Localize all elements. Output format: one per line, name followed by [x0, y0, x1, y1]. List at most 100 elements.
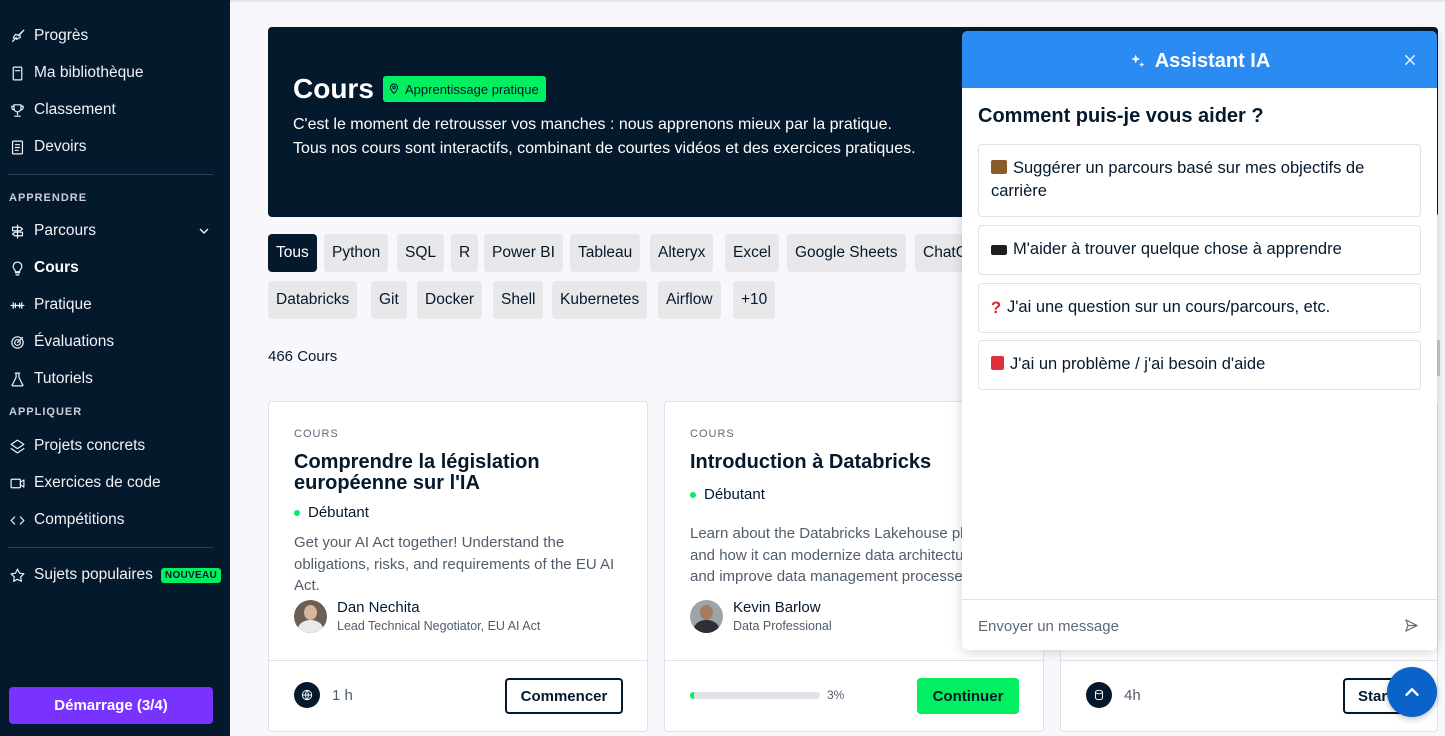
avatar — [690, 599, 723, 633]
course-count: 466 Cours — [268, 348, 338, 365]
scroll-edge — [1437, 340, 1440, 376]
sidebar-item-label: Compétitions — [34, 511, 125, 528]
sidebar-item-assessments[interactable]: Évaluations — [8, 328, 114, 356]
assistant-question: Comment puis-je vous aider ? — [978, 105, 1264, 127]
trophy-icon — [8, 101, 26, 119]
sparkle-icon — [1130, 54, 1145, 67]
description-line: Learn about the Databricks Lakehouse pla… — [690, 525, 962, 542]
instructor: Kevin Barlow Data Professional — [690, 599, 832, 633]
sidebar-item-label: Exercices de code — [34, 474, 161, 491]
target-icon — [8, 333, 26, 351]
divider — [8, 174, 213, 175]
assistant-title: Assistant IA — [962, 50, 1437, 73]
filter-chip-power-bi[interactable]: Power BI — [484, 234, 563, 272]
card-kicker: COURS — [294, 428, 339, 440]
suggestion-label: J'ai une question sur un cours/parcours,… — [1007, 298, 1331, 316]
avatar — [294, 599, 327, 633]
message-composer: Envoyer un message — [962, 599, 1437, 650]
sidebar-item-label: Progrès — [34, 27, 89, 44]
close-icon[interactable] — [1402, 52, 1418, 68]
layers-icon — [8, 437, 26, 455]
filter-chip-git[interactable]: Git — [371, 281, 407, 319]
sidebar-item-competitions[interactable]: Compétitions — [8, 506, 124, 534]
card-kicker: COURS — [690, 428, 735, 440]
sidebar-item-leaderboard[interactable]: Classement — [8, 96, 116, 124]
sidebar-item-library[interactable]: Ma bibliothèque — [8, 59, 143, 87]
bookmark-icon — [8, 64, 26, 82]
filter-chip-airflow[interactable]: Airflow — [658, 281, 721, 319]
continue-course-button[interactable]: Continuer — [917, 678, 1019, 714]
chevron-up-icon — [1405, 687, 1419, 696]
course-title[interactable]: Comprendre la législation européenne sur… — [294, 452, 614, 494]
getting-started-button[interactable]: Démarrage (3/4) — [9, 687, 213, 724]
filter-chip-kubernetes[interactable]: Kubernetes — [552, 281, 648, 319]
section-label-apply: APPLIQUER — [9, 406, 83, 418]
suggestion-find-learning[interactable]: M'aider à trouver quelque chose à appren… — [978, 225, 1421, 275]
video-icon — [8, 474, 26, 492]
sidebar-item-assignments[interactable]: Devoirs — [8, 133, 87, 161]
sidebar-item-popular-topics[interactable]: Sujets populaires NOUVEAU — [8, 561, 222, 589]
progress-label: 3% — [827, 688, 845, 702]
card-divider — [665, 660, 1043, 661]
question-mark-icon: ? — [991, 299, 1002, 317]
sidebar-item-label: Devoirs — [34, 138, 87, 155]
description-line: and how it can modernize data architectu… — [690, 546, 962, 564]
hands-on-badge: Apprentissage pratique — [383, 76, 546, 102]
ai-assistant-panel: Assistant IA Comment puis-je vous aider … — [962, 31, 1437, 650]
sidebar-item-tutorials[interactable]: Tutoriels — [8, 365, 93, 393]
filter-chip-docker[interactable]: Docker — [417, 281, 483, 319]
divider — [8, 547, 213, 548]
sidebar-item-label: Classement — [34, 101, 116, 118]
instructor-name: Dan Nechita — [337, 599, 420, 616]
flask-icon — [8, 370, 26, 388]
hero-description-line-2: Tous nos cours sont interactifs, combina… — [293, 140, 916, 157]
location-pin-icon — [389, 83, 399, 95]
hero-description-line-1: C'est le moment de retrousser vos manche… — [293, 116, 892, 133]
sidebar-item-code-exercises[interactable]: Exercices de code — [8, 469, 161, 497]
sidebar-item-courses[interactable]: Cours — [8, 254, 79, 282]
suggestion-career-path[interactable]: Suggérer un parcours basé sur mes object… — [978, 144, 1421, 217]
message-input[interactable]: Envoyer un message — [978, 618, 1119, 635]
alarm-light-icon — [991, 356, 1004, 370]
filter-chip-databricks[interactable]: Databricks — [268, 281, 358, 319]
filter-chip-all[interactable]: Tous — [268, 234, 317, 272]
sidebar-item-tracks[interactable]: Parcours — [8, 217, 96, 245]
dumbbell-icon — [8, 296, 26, 314]
sidebar-item-label: Évaluations — [34, 333, 115, 350]
page-title: Cours — [293, 73, 374, 104]
new-badge: NOUVEAU — [160, 567, 222, 583]
send-icon[interactable] — [1403, 617, 1421, 635]
suggestion-question[interactable]: ? J'ai une question sur un cours/parcours… — [978, 283, 1421, 333]
scroll-to-top-button[interactable] — [1387, 667, 1437, 717]
lightbulb-icon — [8, 259, 26, 277]
top-border — [230, 0, 1445, 2]
filter-chip-python[interactable]: Python — [324, 234, 389, 272]
sidebar-item-practice[interactable]: Pratique — [8, 291, 92, 319]
signpost-icon — [8, 222, 26, 240]
sidebar-item-progress[interactable]: Progrès — [8, 22, 88, 50]
description-line: and improve data management processes. — [690, 568, 962, 585]
duration-label: 1 h — [332, 686, 353, 704]
filter-chip-google-sheets[interactable]: Google Sheets — [787, 234, 906, 272]
sidebar-item-projects[interactable]: Projets concrets — [8, 432, 145, 460]
chevron-down-icon[interactable] — [196, 223, 212, 239]
sidebar-item-label: Parcours — [34, 222, 97, 239]
filter-chip-more[interactable]: +10 — [733, 281, 776, 319]
database-icon — [1086, 682, 1112, 708]
start-course-button[interactable]: Commencer — [505, 678, 623, 714]
progress-fill — [690, 692, 694, 699]
suggestion-label: Suggérer un parcours basé sur mes object… — [991, 159, 1365, 200]
filter-chip-excel[interactable]: Excel — [725, 234, 779, 272]
level-indicator: Débutant — [690, 486, 765, 503]
filter-chip-shell[interactable]: Shell — [493, 281, 544, 319]
sidebar-item-label: Projets concrets — [34, 437, 146, 454]
star-icon — [8, 566, 26, 584]
filter-chip-sql[interactable]: SQL — [397, 234, 445, 272]
filter-chip-tableau[interactable]: Tableau — [570, 234, 641, 272]
filter-chip-alteryx[interactable]: Alteryx — [650, 234, 714, 272]
filter-chip-r[interactable]: R — [451, 234, 479, 272]
sidebar-item-label: Tutoriels — [34, 370, 93, 387]
course-card[interactable]: COURS Comprendre la législation européen… — [268, 401, 648, 732]
suggestion-need-help[interactable]: J'ai un problème / j'ai besoin d'aide — [978, 340, 1421, 390]
sidebar-item-label: Ma bibliothèque — [34, 64, 144, 81]
